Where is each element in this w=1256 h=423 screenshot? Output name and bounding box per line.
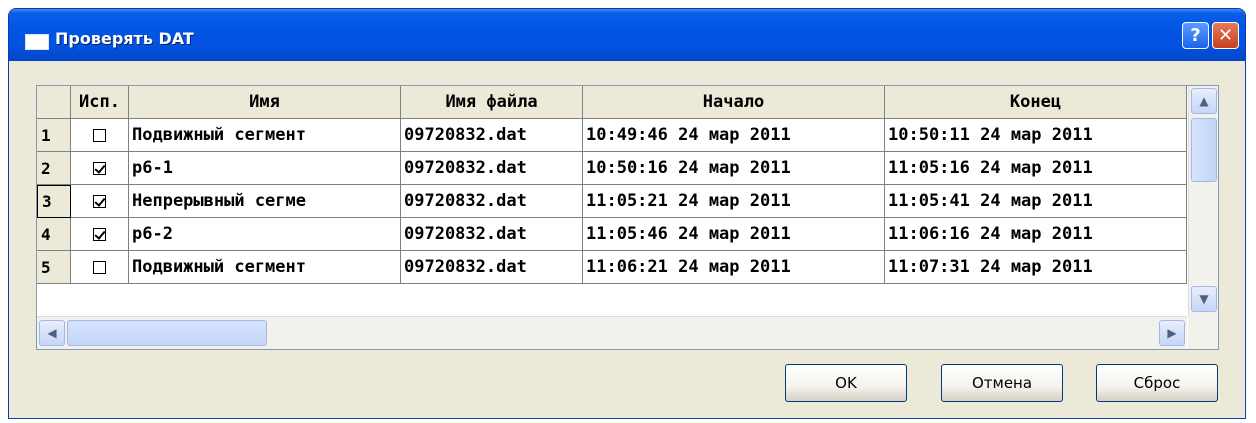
- start-cell[interactable]: 10:50:16 24 мар 2011: [583, 152, 885, 185]
- row-number[interactable]: 1: [37, 119, 71, 152]
- window-icon: [25, 34, 49, 50]
- table-row[interactable]: 3 Непрерывный сегме 09720832.dat 11:05:21 2…: [37, 185, 1187, 218]
- column-header-start[interactable]: Начало: [583, 86, 885, 119]
- use-cell: [71, 119, 129, 152]
- vertical-scrollbar[interactable]: ▲ ▼: [1188, 86, 1218, 316]
- title-bar[interactable]: Проверять DAT ? ✕: [9, 9, 1245, 61]
- name-cell[interactable]: р6-2: [129, 218, 401, 251]
- use-cell: [71, 218, 129, 251]
- row-number[interactable]: 2: [37, 152, 71, 185]
- use-checkbox[interactable]: [93, 194, 106, 208]
- end-cell[interactable]: 11:07:31 24 мар 2011: [885, 251, 1187, 284]
- end-cell[interactable]: 10:50:11 24 мар 2011: [885, 119, 1187, 152]
- column-header-filename[interactable]: Имя файла: [401, 86, 583, 119]
- check-dat-dialog: Проверять DAT ? ✕ Исп. Имя Имя файла Нач…: [8, 8, 1246, 419]
- corner-header: [37, 86, 71, 119]
- row-number[interactable]: 3: [37, 185, 71, 218]
- header-row: Исп. Имя Имя файла Начало Конец: [37, 86, 1187, 119]
- filename-cell[interactable]: 09720832.dat: [401, 119, 583, 152]
- use-checkbox[interactable]: [93, 260, 106, 274]
- use-checkbox[interactable]: [93, 227, 106, 241]
- column-header-use[interactable]: Исп.: [71, 86, 129, 119]
- row-number[interactable]: 4: [37, 218, 71, 251]
- segments-grid[interactable]: Исп. Имя Имя файла Начало Конец 1 Подвижн…: [36, 85, 1219, 350]
- ok-button[interactable]: OK: [785, 364, 907, 402]
- scroll-down-icon[interactable]: ▼: [1191, 286, 1217, 312]
- scroll-up-icon[interactable]: ▲: [1191, 88, 1217, 114]
- use-cell: [71, 152, 129, 185]
- column-header-end[interactable]: Конец: [885, 86, 1187, 119]
- use-checkbox[interactable]: [93, 128, 106, 142]
- reset-button[interactable]: Сброс: [1096, 364, 1218, 402]
- scroll-left-icon[interactable]: ◀: [39, 320, 65, 346]
- cancel-button[interactable]: Отмена: [941, 364, 1063, 402]
- end-cell[interactable]: 11:06:16 24 мар 2011: [885, 218, 1187, 251]
- use-cell: [71, 251, 129, 284]
- vertical-scroll-thumb[interactable]: [1191, 118, 1217, 182]
- use-cell: [71, 185, 129, 218]
- name-cell[interactable]: Подвижный сегмент: [129, 119, 401, 152]
- start-cell[interactable]: 10:49:46 24 мар 2011: [583, 119, 885, 152]
- end-cell[interactable]: 11:05:16 24 мар 2011: [885, 152, 1187, 185]
- close-button[interactable]: ✕: [1212, 22, 1239, 49]
- horizontal-scrollbar[interactable]: ◀ ▶: [37, 316, 1187, 349]
- horizontal-scroll-thumb[interactable]: [67, 320, 267, 346]
- table-row[interactable]: 5 Подвижный сегмент 09720832.dat 11:06:21 2…: [37, 251, 1187, 284]
- start-cell[interactable]: 11:05:46 24 мар 2011: [583, 218, 885, 251]
- row-number[interactable]: 5: [37, 251, 71, 284]
- use-checkbox[interactable]: [93, 161, 106, 175]
- filename-cell[interactable]: 09720832.dat: [401, 185, 583, 218]
- name-cell[interactable]: Подвижный сегмент: [129, 251, 401, 284]
- end-cell[interactable]: 11:05:41 24 мар 2011: [885, 185, 1187, 218]
- table-row[interactable]: 4 р6-2 09720832.dat 11:05:46 24 мар 2011 11:…: [37, 218, 1187, 251]
- help-button[interactable]: ?: [1182, 22, 1209, 49]
- scroll-right-icon[interactable]: ▶: [1159, 320, 1185, 346]
- table-row[interactable]: 1 Подвижный сегмент 09720832.dat 10:49:46 2…: [37, 119, 1187, 152]
- start-cell[interactable]: 11:05:21 24 мар 2011: [583, 185, 885, 218]
- filename-cell[interactable]: 09720832.dat: [401, 152, 583, 185]
- table-row[interactable]: 2 р6-1 09720832.dat 10:50:16 24 мар 2011 11:…: [37, 152, 1187, 185]
- start-cell[interactable]: 11:06:21 24 мар 2011: [583, 251, 885, 284]
- scrollbar-corner: [1188, 316, 1218, 349]
- filename-cell[interactable]: 09720832.dat: [401, 251, 583, 284]
- name-cell[interactable]: р6-1: [129, 152, 401, 185]
- window-title: Проверять DAT: [55, 29, 194, 48]
- column-header-name[interactable]: Имя: [129, 86, 401, 119]
- filename-cell[interactable]: 09720832.dat: [401, 218, 583, 251]
- grid-cells: Исп. Имя Имя файла Начало Конец 1 Подвижн…: [37, 86, 1187, 316]
- name-cell[interactable]: Непрерывный сегме: [129, 185, 401, 218]
